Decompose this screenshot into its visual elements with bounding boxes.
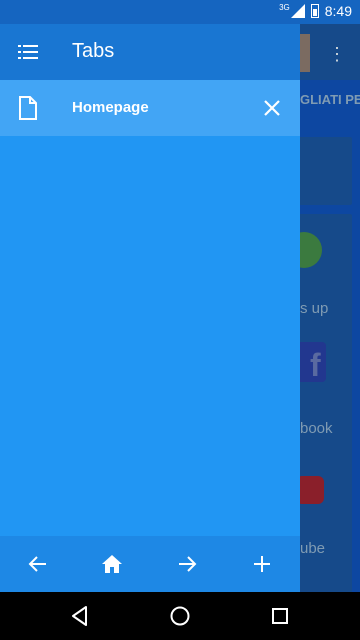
signal-icon xyxy=(290,4,305,18)
network-type: 3G xyxy=(279,2,290,12)
tabs-drawer: Tabs Homepage xyxy=(0,24,300,592)
drawer-title: Tabs xyxy=(72,40,115,62)
drawer-bottom-bar xyxy=(0,536,300,592)
close-icon[interactable] xyxy=(258,94,286,122)
tab-title: Homepage xyxy=(72,99,149,116)
add-icon[interactable] xyxy=(250,552,274,576)
facebook-icon: f xyxy=(296,342,326,382)
home-circle-icon[interactable] xyxy=(168,604,192,628)
status-icons: 3G 8:49 xyxy=(279,2,352,20)
list-icon[interactable] xyxy=(18,42,38,62)
back-arrow-icon[interactable] xyxy=(26,552,50,576)
youtube-icon xyxy=(296,476,324,504)
background-item-label: book xyxy=(300,420,333,437)
drawer-header: Tabs xyxy=(0,24,300,80)
back-triangle-icon[interactable] xyxy=(68,604,92,628)
status-bar: 3G 8:49 xyxy=(0,0,360,24)
battery-icon xyxy=(310,4,319,18)
background-search-card xyxy=(296,137,352,205)
clock: 8:49 xyxy=(324,3,352,19)
tab-item-homepage[interactable]: Homepage xyxy=(0,80,300,136)
recents-square-icon[interactable] xyxy=(268,604,292,628)
overflow-menu-icon: ⋮ xyxy=(328,44,346,64)
document-icon xyxy=(19,96,37,120)
background-item-label: ube xyxy=(300,540,326,557)
home-icon[interactable] xyxy=(100,552,124,576)
whatsapp-icon xyxy=(296,232,322,268)
forward-arrow-icon[interactable] xyxy=(175,552,199,576)
svg-text:f: f xyxy=(310,347,321,382)
background-item-label: s up xyxy=(300,300,329,317)
navigation-bar xyxy=(0,592,360,640)
background-banner: GLIATI PE xyxy=(300,92,360,107)
